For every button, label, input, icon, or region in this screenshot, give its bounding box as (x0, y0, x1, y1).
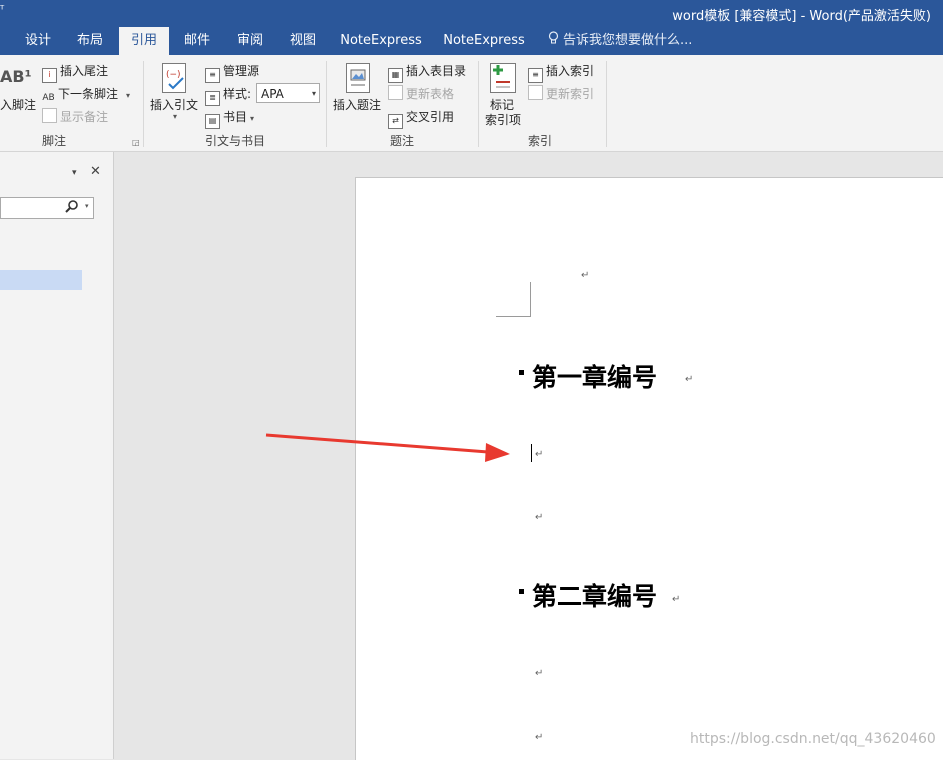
watermark-text: https://blog.csdn.net/qq_43620460 (690, 731, 936, 747)
annotation-arrow (265, 433, 510, 462)
